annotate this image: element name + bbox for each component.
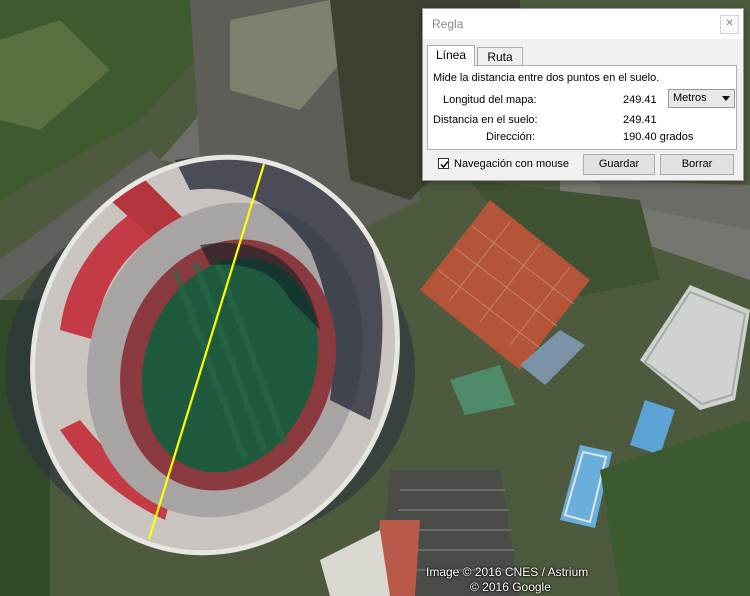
map-copyright: © 2016 Google bbox=[470, 580, 551, 594]
unit-select-value: Metros bbox=[673, 92, 707, 104]
dialog-title: Regla bbox=[432, 17, 464, 31]
unit-select[interactable]: Metros bbox=[668, 89, 735, 108]
clear-button[interactable]: Borrar bbox=[660, 154, 734, 175]
dialog-titlebar[interactable]: Regla ✕ bbox=[423, 9, 743, 39]
ground-distance-value: 249.41 bbox=[623, 114, 657, 126]
tab-linea[interactable]: Línea bbox=[427, 45, 475, 66]
map-length-value: 249.41 bbox=[623, 94, 657, 106]
tab-panel: Mide la distancia entre dos puntos en el… bbox=[427, 65, 737, 150]
map-attribution: Image © 2016 CNES / Astrium bbox=[426, 565, 589, 579]
close-icon[interactable]: ✕ bbox=[720, 15, 739, 34]
ground-distance-label: Distancia en el suelo: bbox=[433, 114, 538, 126]
mouse-nav-checkbox[interactable] bbox=[438, 158, 449, 169]
ruler-dialog: Regla ✕ Línea Ruta Mide la distancia ent… bbox=[422, 8, 744, 181]
chevron-down-icon bbox=[722, 96, 730, 101]
save-button[interactable]: Guardar bbox=[583, 154, 655, 175]
direction-value: 190.40 grados bbox=[623, 131, 694, 143]
mouse-nav-label: Navegación con mouse bbox=[454, 158, 569, 170]
direction-label: Dirección: bbox=[486, 131, 535, 143]
tab-ruta[interactable]: Ruta bbox=[477, 47, 523, 66]
description-text: Mide la distancia entre dos puntos en el… bbox=[433, 72, 660, 84]
map-length-label: Longitud del mapa: bbox=[443, 94, 537, 106]
checkmark-icon bbox=[440, 161, 449, 169]
